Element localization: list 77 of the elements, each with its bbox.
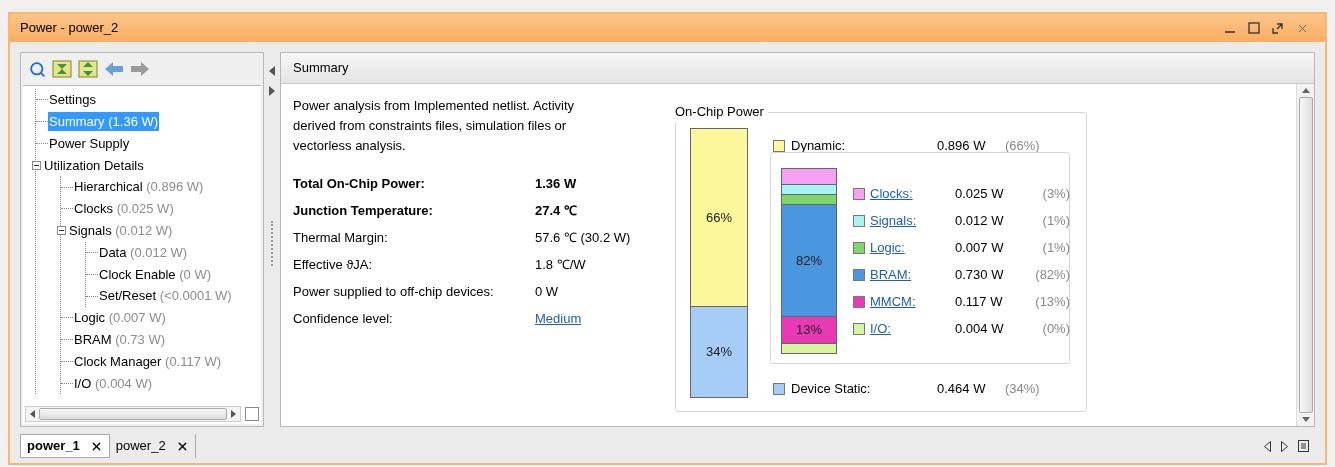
tree-item[interactable]: Hierarchical (0.896 W) [73, 177, 205, 197]
horizontal-scrollbar[interactable] [25, 406, 241, 422]
window-title: Power - power_2 [20, 19, 119, 38]
summary-value: 1.36 W [535, 175, 578, 193]
search-icon[interactable] [29, 60, 46, 78]
legend-value: 0.117 W [955, 293, 1004, 312]
legend-value: 0.007 W [955, 239, 1005, 258]
tree-item[interactable]: Clock Manager (0.117 W) [73, 351, 223, 372]
legend-value: 0.896 W [937, 137, 987, 155]
scroll-down-icon[interactable] [1301, 417, 1310, 422]
legend-link[interactable]: Logic: [870, 240, 905, 256]
list-icon[interactable] [1298, 440, 1309, 452]
legend-label: Device Static: [791, 380, 872, 398]
legend-percent: (34%) [1005, 380, 1040, 398]
collapse-all-icon[interactable] [52, 60, 72, 78]
legend-percent: (13%) [1034, 293, 1070, 312]
scroll-left-icon[interactable] [1264, 440, 1271, 452]
legend-percent: (1%) [1041, 239, 1070, 258]
summary-label: Total On-Chip Power: [293, 175, 426, 193]
tree-item[interactable]: Signals (0.012 W) [68, 220, 174, 241]
scroll-left-icon[interactable] [30, 410, 35, 418]
tree-item[interactable]: Settings [48, 90, 97, 110]
expand-right-icon[interactable] [269, 86, 275, 96]
summary-value: 57.6 ℃ (30.2 W) [535, 229, 632, 247]
tree-item[interactable]: I/O (0.004 W) [73, 373, 154, 393]
summary-value: 0 W [535, 283, 560, 301]
scroll-right-icon[interactable] [231, 410, 236, 418]
vertical-scrollbar[interactable] [1296, 84, 1314, 426]
legend-value: 0.004 W [955, 320, 1005, 339]
summary-label: Power supplied to off-chip devices: [293, 283, 495, 301]
legend-percent: (82%) [1034, 266, 1070, 285]
legend-value: 0.012 W [955, 212, 1005, 231]
tree-item[interactable]: Logic (0.007 W) [73, 308, 167, 328]
tree-item[interactable]: Data (0.012 W) [98, 242, 189, 263]
description-text: Power analysis from Implemented netlist. Activity derived from constraints files, simulation files or vectorless analysis. [293, 97, 576, 155]
summary-label: Confidence level: [293, 310, 394, 328]
summary-value: 1.8 ℃/W [535, 256, 587, 274]
legend-label: Dynamic: [791, 137, 847, 155]
summary-label: Effective ϑJA: [293, 256, 374, 274]
bottom-tab[interactable]: power_2 [109, 434, 196, 458]
segment-label: 82% [796, 251, 822, 270]
expand-all-icon[interactable] [78, 60, 98, 78]
scroll-right-icon[interactable] [1281, 440, 1288, 452]
collapse-toggle-icon[interactable] [57, 226, 66, 236]
tree-item[interactable]: Power Supply [48, 133, 131, 154]
legend-link[interactable]: I/O: [870, 321, 891, 337]
legend-percent: (66%) [1005, 137, 1040, 155]
summary-label: Junction Temperature: [293, 202, 434, 220]
legend-value: 0.464 W [937, 380, 987, 398]
legend-link[interactable]: Clocks: [870, 186, 913, 202]
legend-value: 0.730 W [955, 266, 1005, 285]
tree-item[interactable]: Clock Enable (0 W) [98, 264, 212, 284]
summary-label: Thermal Margin: [293, 229, 389, 247]
corner-button[interactable] [245, 407, 259, 421]
legend-link[interactable]: BRAM: [870, 267, 912, 283]
segment-label: 34% [706, 343, 732, 362]
legend-value: 0.025 W [955, 185, 1005, 204]
legend-percent: (0%) [1041, 320, 1070, 339]
tree-item[interactable]: Set/Reset (<0.0001 W) [98, 286, 233, 306]
summary-value: 27.4 ℃ [535, 202, 578, 220]
panel-title: Summary [293, 59, 349, 78]
bottom-tab[interactable]: power_1 [20, 434, 110, 458]
tree-item[interactable]: Utilization Details [43, 155, 145, 176]
confidence-link[interactable]: Medium [535, 309, 653, 329]
segment-label: 13% [796, 321, 822, 340]
restore-icon[interactable] [1272, 22, 1284, 34]
legend-link[interactable]: MMCM: [870, 294, 916, 310]
segment-label: 66% [706, 208, 732, 227]
tree-item[interactable]: BRAM (0.73 W) [73, 329, 167, 350]
maximize-icon[interactable] [1248, 22, 1260, 34]
legend-percent: (3%) [1041, 185, 1070, 204]
tree-item[interactable]: Clocks (0.025 W) [73, 199, 175, 219]
legend-percent: (1%) [1041, 212, 1070, 231]
scroll-up-icon[interactable] [1301, 88, 1310, 93]
legend-link[interactable]: Signals: [870, 213, 917, 229]
collapse-toggle-icon[interactable] [32, 160, 41, 170]
collapse-left-icon[interactable] [269, 66, 275, 76]
